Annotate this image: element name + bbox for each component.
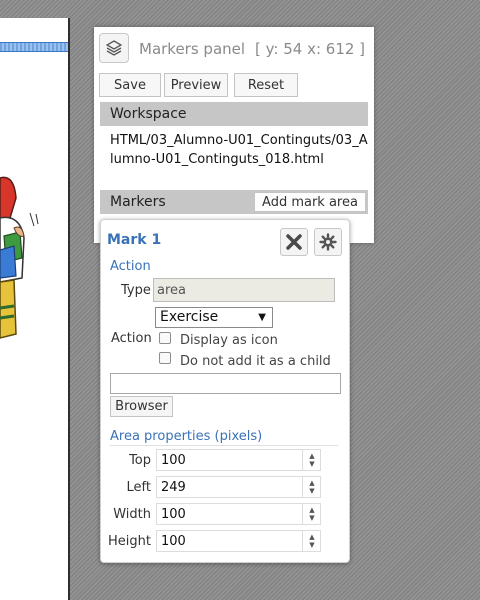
spin-up-icon[interactable]: ▲ xyxy=(309,533,314,541)
spin-down-icon[interactable]: ▼ xyxy=(309,541,314,549)
divider xyxy=(110,445,338,446)
workspace-path: HTML/03_Alumno-U01_Continguts/03_Alumno-… xyxy=(110,133,368,167)
left-label: Left xyxy=(126,480,151,495)
caret-down-icon: ▼ xyxy=(258,312,266,323)
save-button[interactable]: Save xyxy=(99,73,161,97)
spin-down-icon[interactable]: ▼ xyxy=(309,460,314,468)
action-label: Action xyxy=(111,331,152,346)
preview-button[interactable]: Preview xyxy=(164,73,228,97)
top-spinner[interactable]: ▲ ▼ xyxy=(302,449,321,471)
top-input[interactable]: 100 xyxy=(156,449,321,471)
workspace-heading: Workspace xyxy=(100,102,368,126)
not-child-label: Do not add it as a child xyxy=(180,354,331,369)
spin-up-icon[interactable]: ▲ xyxy=(309,506,314,514)
mark-card: Mark 1 Action Type Exercise ▼ Act xyxy=(100,219,350,563)
layers-icon xyxy=(106,40,122,56)
display-as-icon-label: Display as icon xyxy=(180,333,278,348)
display-as-icon-checkbox[interactable] xyxy=(159,332,171,344)
action-select[interactable]: Exercise ▼ xyxy=(155,307,273,328)
height-label: Height xyxy=(108,534,151,549)
left-input[interactable]: 249 xyxy=(156,476,321,498)
mark-settings-button[interactable] xyxy=(314,228,342,256)
height-spinner[interactable]: ▲ ▼ xyxy=(302,530,321,552)
document-page xyxy=(0,18,70,600)
add-mark-area-button[interactable]: Add mark area xyxy=(254,192,366,212)
type-label: Type xyxy=(121,283,151,298)
reset-button[interactable]: Reset xyxy=(234,73,298,97)
action-select-value: Exercise xyxy=(160,309,219,325)
mark-title: Mark 1 xyxy=(107,232,162,248)
width-spinner[interactable]: ▲ ▼ xyxy=(302,503,321,525)
spin-down-icon[interactable]: ▼ xyxy=(309,514,314,522)
spin-down-icon[interactable]: ▼ xyxy=(309,487,314,495)
browser-button[interactable]: Browser xyxy=(110,396,173,417)
height-input[interactable]: 100 xyxy=(156,530,321,552)
top-label: Top xyxy=(129,453,151,468)
delete-mark-button[interactable] xyxy=(280,228,308,256)
document-header-bar xyxy=(0,42,68,52)
gear-icon xyxy=(319,233,337,251)
type-field[interactable] xyxy=(153,278,335,302)
not-child-checkbox[interactable] xyxy=(159,352,171,364)
markers-panel: Markers panel [ y: 54 x: 612 ] Save Prev… xyxy=(94,27,374,243)
width-input[interactable]: 100 xyxy=(156,503,321,525)
panel-title: Markers panel xyxy=(139,40,246,58)
action-group-label: Action xyxy=(110,259,151,274)
spin-up-icon[interactable]: ▲ xyxy=(309,479,314,487)
panel-header: Markers panel [ y: 54 x: 612 ] xyxy=(98,31,370,63)
close-x-icon xyxy=(286,234,302,250)
width-label: Width xyxy=(113,507,151,522)
cartoon-illustration xyxy=(0,176,39,339)
area-properties-label: Area properties (pixels) xyxy=(110,429,263,444)
layers-button[interactable] xyxy=(99,33,129,63)
spin-up-icon[interactable]: ▲ xyxy=(309,452,314,460)
cursor-coordinates: [ y: 54 x: 612 ] xyxy=(255,40,366,58)
file-path-input[interactable] xyxy=(110,373,341,394)
left-spinner[interactable]: ▲ ▼ xyxy=(302,476,321,498)
